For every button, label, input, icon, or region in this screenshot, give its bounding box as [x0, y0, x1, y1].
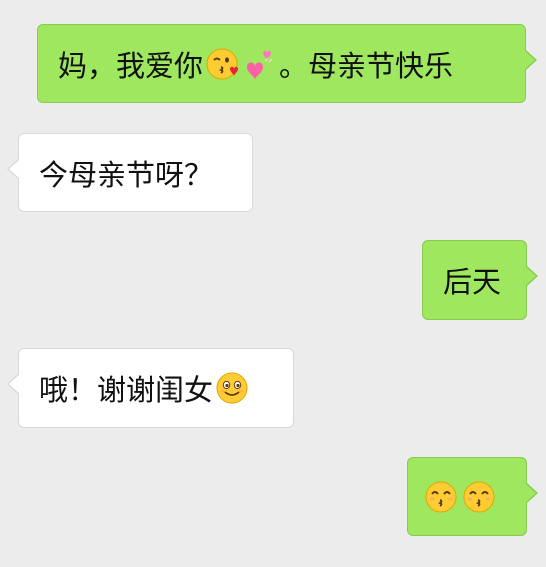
message-text: 今母亲节呀？	[39, 157, 214, 192]
smiling-face-emoji-icon	[215, 371, 249, 405]
kissing-smiling-eyes-emoji-icon	[462, 480, 496, 514]
kissing-smiling-eyes-emoji-icon	[424, 480, 458, 514]
message-text: 。母亲节快乐	[279, 48, 454, 83]
message-bubble-received[interactable]: 哦！谢谢闺女	[7, 348, 294, 428]
message-text: 妈，我爱你	[58, 48, 204, 83]
two-hearts-emoji-icon	[243, 47, 277, 81]
message-text: 后天	[443, 265, 502, 299]
message-text: 哦！谢谢闺女	[39, 373, 214, 407]
message-bubble-received[interactable]: 今母亲节呀？	[7, 133, 253, 212]
kissing-heart-emoji-icon	[205, 47, 239, 81]
message-bubble-sent[interactable]	[407, 457, 538, 536]
message-bubble-sent[interactable]: 后天	[422, 240, 538, 320]
message-bubble-sent[interactable]: 妈，我爱你 。母亲节快乐	[37, 24, 537, 103]
